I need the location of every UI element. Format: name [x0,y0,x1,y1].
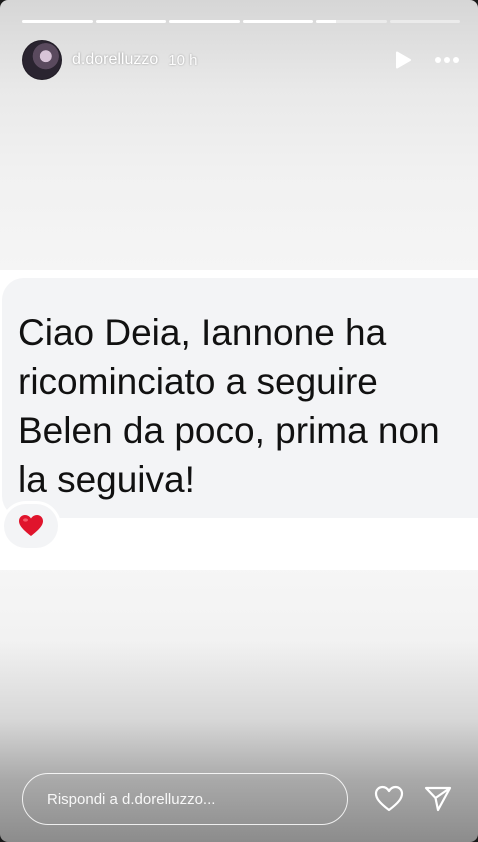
timestamp: 10 h [168,51,198,69]
message-bubble: Ciao Deia, Iannone ha ricominciato a seg… [2,278,478,518]
reply-input[interactable] [22,773,348,825]
progress-segment [95,20,166,23]
more-options-icon[interactable] [434,56,460,64]
message-screenshot: Ciao Deia, Iannone ha ricominciato a seg… [0,270,478,570]
progress-segment [169,20,240,23]
story-progress-bar [22,20,460,23]
progress-segment [22,20,93,23]
story-viewer: d.dorelluzzo 10 h Ciao Deia, Iannone ha … [0,0,478,842]
avatar[interactable] [22,40,62,80]
progress-segment [242,20,313,23]
send-icon[interactable] [424,785,452,813]
message-text: Ciao Deia, Iannone ha ricominciato a seg… [18,312,440,500]
reply-bar [22,772,460,826]
progress-segment [389,20,460,23]
username[interactable]: d.dorelluzzo [72,51,158,69]
play-icon[interactable] [394,51,412,69]
heart-reaction-icon [4,504,58,548]
story-header: d.dorelluzzo 10 h [22,40,460,80]
heart-icon[interactable] [374,785,404,813]
progress-segment [316,20,387,23]
